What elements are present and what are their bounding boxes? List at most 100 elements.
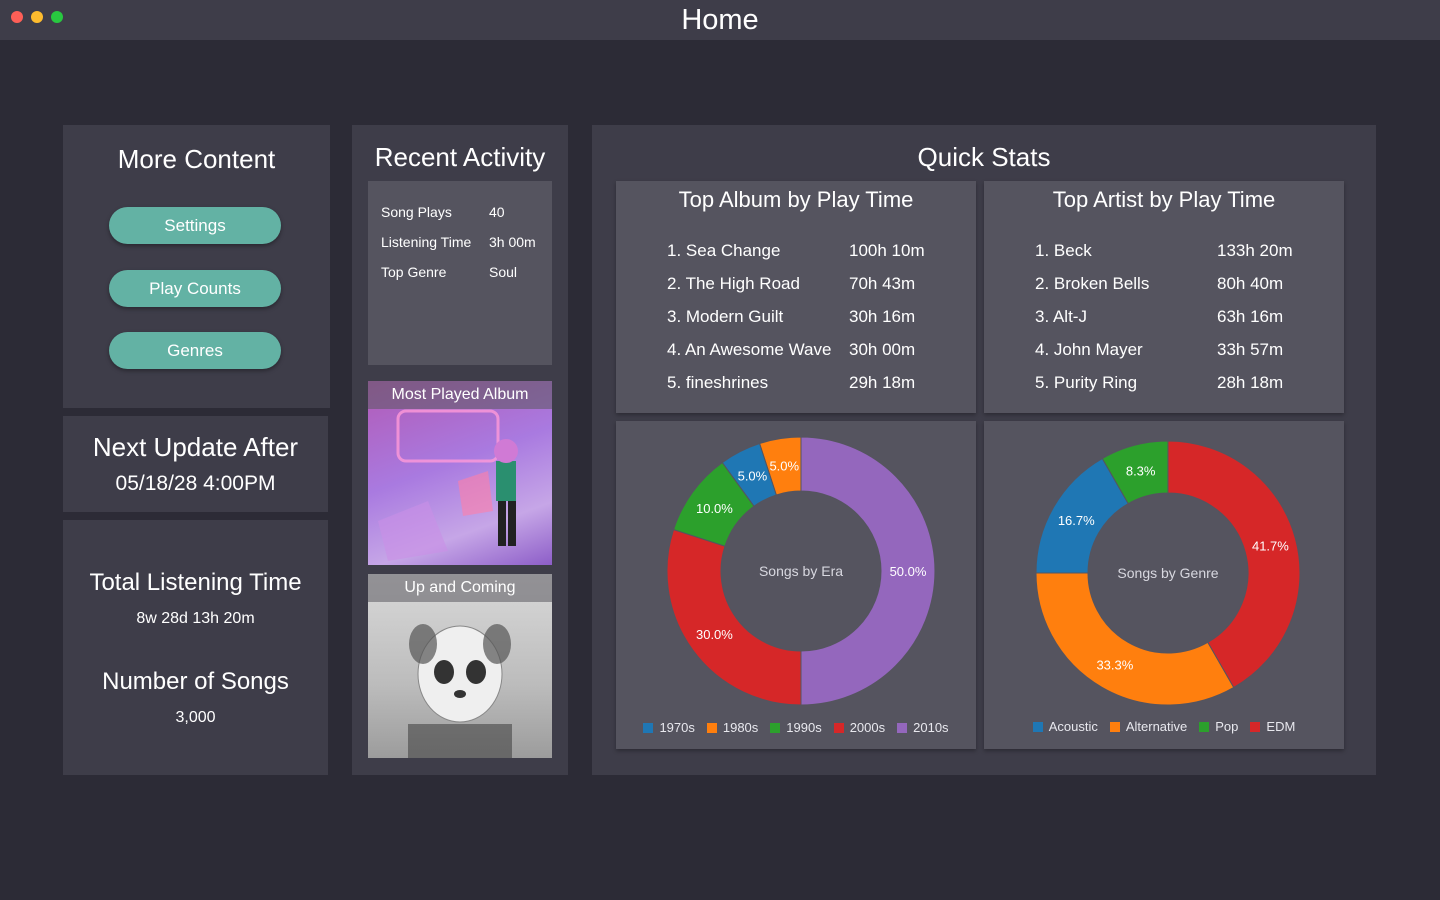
- rank-time: 33h 57m: [1217, 340, 1284, 359]
- legend-item[interactable]: Alternative: [1109, 719, 1188, 734]
- slice-label: 41.7%: [1252, 539, 1289, 554]
- legend-label: Acoustic: [1048, 719, 1098, 734]
- top-artist-card: Top Artist by Play Time 1. Beck 133h 20m …: [984, 181, 1344, 413]
- legend-label: EDM: [1266, 719, 1296, 734]
- play-counts-button[interactable]: Play Counts: [109, 270, 281, 307]
- legend-swatch: [706, 723, 717, 733]
- number-of-songs-value: 3,000: [175, 709, 216, 726]
- legend-label: 1970s: [659, 720, 695, 735]
- rank-name: 5. Purity Ring: [1035, 373, 1138, 392]
- donut-slice-alternative[interactable]: [1035, 572, 1235, 706]
- rank-name: 2. Broken Bells: [1035, 274, 1150, 293]
- rank-time: 70h 43m: [849, 274, 916, 293]
- top-album-title: Top Album by Play Time: [678, 187, 914, 212]
- next-update-value: 05/18/28 4:00PM: [115, 472, 276, 495]
- songs-by-era-card: 5.0% 5.0% 10.0% 30.0% 50.0% Songs by Era 1970…: [616, 421, 976, 749]
- songs-by-genre-card: 8.3% 16.7% 33.3% 41.7% Songs by Genre Acoust…: [984, 421, 1344, 749]
- legend-swatch: [1109, 722, 1120, 732]
- legend-label: 1980s: [722, 720, 759, 735]
- rank-time: 29h 18m: [849, 373, 916, 392]
- legend-swatch: [770, 723, 781, 733]
- rank-time: 63h 16m: [1217, 307, 1284, 326]
- up-and-coming-caption: Up and Coming: [368, 574, 552, 602]
- songs-by-era-legend: 1970s 1980s 1990s 2000s 2010s: [616, 720, 976, 735]
- more-content-panel: More Content Settings Play Counts Genres: [63, 125, 330, 408]
- slice-label: 50.0%: [890, 564, 927, 579]
- legend-item[interactable]: 2010s: [897, 720, 949, 735]
- stat-value: Soul: [489, 264, 518, 280]
- genres-button[interactable]: Genres: [109, 332, 281, 369]
- legend-item[interactable]: Acoustic: [1032, 719, 1098, 734]
- legend-swatch: [1032, 722, 1043, 732]
- stat-label: Song Plays: [381, 204, 452, 220]
- stat-label: Listening Time: [381, 234, 472, 250]
- settings-button[interactable]: Settings: [109, 207, 281, 244]
- rank-name: 4. John Mayer: [1035, 340, 1143, 359]
- legend-swatch: [1250, 722, 1261, 732]
- slice-label: 30.0%: [696, 627, 733, 642]
- rank-name: 1. Beck: [1035, 241, 1092, 260]
- rank-name: 5. fineshrines: [667, 373, 769, 392]
- legend-item[interactable]: EDM: [1250, 719, 1295, 734]
- most-played-album-card[interactable]: Most Played Album: [368, 381, 552, 565]
- slice-label: 33.3%: [1096, 658, 1133, 673]
- songs-by-genre-chart: 8.3% 16.7% 33.3% 41.7% Songs by Genre: [1035, 440, 1301, 706]
- rank-name: 3. Alt-J: [1035, 307, 1087, 326]
- rank-time: 100h 10m: [849, 241, 925, 260]
- slice-label: 8.3%: [1126, 464, 1156, 479]
- legend-label: 2000s: [849, 720, 886, 735]
- number-of-songs-heading: Number of Songs: [102, 668, 289, 695]
- top-artist-title: Top Artist by Play Time: [1052, 187, 1276, 212]
- stat-value: 40: [489, 204, 505, 220]
- rank-name: 2. The High Road: [667, 274, 800, 293]
- slice-label: 10.0%: [696, 501, 733, 516]
- up-and-coming-card[interactable]: Up and Coming: [368, 574, 552, 758]
- rank-time: 28h 18m: [1217, 373, 1284, 392]
- recent-activity-panel: Recent Activity Song Plays 40 Listening …: [352, 125, 568, 775]
- legend-label: Pop: [1215, 719, 1239, 734]
- top-album-card: Top Album by Play Time 1. Sea Change 100h…: [616, 181, 976, 413]
- legend-label: 1990s: [786, 720, 822, 735]
- songs-by-era-chart: 5.0%5.0% 10.0% 30.0% 50.0% Songs by Era: [666, 436, 936, 706]
- recent-activity-title: Recent Activity: [374, 142, 546, 172]
- recent-activity-stats: Song Plays 40 Listening Time 3h 00m Top …: [368, 181, 552, 365]
- legend-item[interactable]: 1980s: [706, 720, 759, 735]
- rank-name: 3. Modern Guilt: [667, 307, 784, 326]
- legend-swatch: [833, 723, 844, 733]
- window-title: Home: [681, 4, 759, 36]
- slice-label: 5.0%: [738, 469, 768, 484]
- more-content-title: More Content: [117, 144, 276, 174]
- chart-center-title: Songs by Genre: [1117, 565, 1218, 581]
- legend-swatch: [1199, 722, 1210, 732]
- quick-stats-panel: Quick Stats Top Album by Play Time 1. Se…: [592, 125, 1376, 775]
- next-update-heading: Next Update After: [92, 432, 299, 462]
- next-update-panel: Next Update After 05/18/28 4:00PM: [63, 416, 328, 512]
- totals-panel: Total Listening Time 8w 28d 13h 20m Numb…: [63, 520, 328, 775]
- legend-item[interactable]: 1970s: [643, 720, 695, 735]
- stat-label: Top Genre: [381, 264, 447, 280]
- title-bar: Home: [0, 0, 1440, 40]
- legend-item[interactable]: Pop: [1199, 719, 1238, 734]
- quick-stats-title: Quick Stats: [917, 142, 1051, 172]
- rank-time: 30h 00m: [849, 340, 916, 359]
- rank-time: 80h 40m: [1217, 274, 1284, 293]
- stat-value: 3h 00m: [489, 234, 536, 250]
- legend-swatch: [897, 723, 908, 733]
- total-listening-heading: Total Listening Time: [89, 569, 302, 596]
- rank-time: 30h 16m: [849, 307, 916, 326]
- legend-swatch: [643, 723, 654, 733]
- legend-label: 2010s: [913, 720, 949, 735]
- slice-label: 5.0%: [769, 458, 799, 473]
- slice-label: 16.7%: [1058, 513, 1095, 528]
- rank-name: 4. An Awesome Wave: [667, 340, 832, 359]
- rank-time: 133h 20m: [1217, 241, 1293, 260]
- rank-name: 1. Sea Change: [667, 241, 781, 260]
- total-listening-value: 8w 28d 13h 20m: [136, 610, 255, 627]
- chart-center-title: Songs by Era: [759, 563, 843, 579]
- most-played-album-caption: Most Played Album: [368, 381, 552, 409]
- legend-item[interactable]: 2000s: [833, 720, 886, 735]
- legend-label: Alternative: [1125, 719, 1188, 734]
- songs-by-genre-legend: Acoustic Alternative Pop EDM: [984, 719, 1344, 734]
- legend-item[interactable]: 1990s: [770, 720, 822, 735]
- donut-slice-2000s[interactable]: [666, 528, 802, 706]
